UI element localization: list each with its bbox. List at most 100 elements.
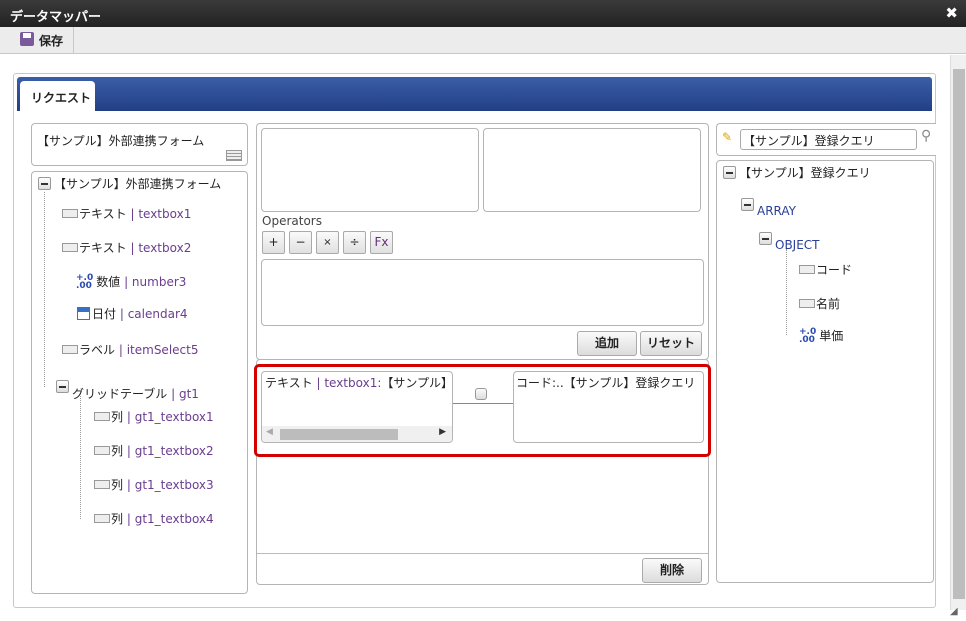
toolbar: 保存 [0,27,966,54]
textbox-icon [62,243,78,252]
tree-id: | textbox1 [130,206,192,221]
label-icon [62,345,78,354]
tree-label: 【サンプル】外部連携フォーム [54,177,222,191]
scroll-left-icon[interactable]: ◀ [266,427,273,437]
query-tree-price[interactable]: +.0.00 単価 [799,327,843,344]
divider [257,553,708,554]
query-search-input[interactable]: 【サンプル】登録クエリ [740,129,917,150]
collapse-icon[interactable] [741,197,754,211]
add-button[interactable]: 追加 [577,331,637,356]
form-name: 【サンプル】外部連携フォーム [37,134,205,148]
tree-item-gt1-textbox4[interactable]: 列 | gt1_textbox4 [94,510,214,527]
collapse-icon[interactable] [38,177,51,190]
textbox-icon [62,209,78,218]
tree-id: | calendar4 [119,306,188,321]
scroll-right-icon[interactable]: ▶ [439,427,446,437]
tab-bar [17,77,932,111]
mapping-connector [453,403,513,404]
tree-label: 【サンプル】登録クエリ [739,166,871,180]
search-icon[interactable]: ⚲ [921,128,931,144]
tree-id: | textbox2 [130,240,192,255]
tree-id: | gt1_textbox3 [126,477,214,492]
query-tree-object[interactable]: OBJECT [759,224,820,252]
form-list-icon[interactable] [226,150,242,161]
query-search: ✎ 【サンプル】登録クエリ ⚲ [716,123,936,156]
tree-item-textbox1[interactable]: テキスト | textbox1 [62,205,191,222]
close-icon[interactable]: ✖ [945,4,958,22]
source-drop-area[interactable] [261,128,479,212]
delete-button[interactable]: 削除 [642,558,702,583]
tree-id: | gt1_textbox2 [126,443,214,458]
tree-label: 列 [111,512,124,526]
multiply-button[interactable]: × [316,231,339,254]
tree-id: | itemSelect5 [118,342,199,357]
minus-button[interactable]: − [289,231,312,254]
number-icon: +.0.00 [799,326,817,345]
tree-label: 列 [111,444,124,458]
tree-id: | gt1_textbox1 [126,409,214,424]
tree-root[interactable]: 【サンプル】外部連携フォーム [38,175,221,192]
textbox-icon [799,265,815,274]
tree-label: 列 [111,410,124,424]
tree-item-number3[interactable]: +.0.00 数値 | number3 [76,273,186,290]
tree-label: OBJECT [775,238,820,252]
tree-label: ARRAY [757,204,797,218]
textbox-icon [94,412,110,421]
save-label: 保存 [39,34,64,48]
tree-label: テキスト [79,207,127,221]
tree-item-gt1-textbox2[interactable]: 列 | gt1_textbox2 [94,442,214,459]
tree-label: テキスト [79,241,127,255]
form-selector[interactable]: 【サンプル】外部連携フォーム [31,123,248,166]
query-tree-name[interactable]: 名前 [799,295,840,312]
scrollbar-thumb[interactable] [280,429,398,440]
tree-label: 数値 [96,275,121,289]
mapping-source[interactable]: テキスト | textbox1:【サンプル】外部連携 ◀ ▶ [261,371,453,443]
tab-request[interactable]: リクエスト [20,81,95,112]
textbox-icon [94,480,110,489]
form-tree: 【サンプル】外部連携フォーム テキスト | textbox1 テキスト | te… [31,171,248,594]
textbox-icon [94,514,110,523]
scrollbar-thumb[interactable] [953,69,965,599]
collapse-icon[interactable] [759,231,772,245]
pencil-icon[interactable]: ✎ [722,130,732,144]
calendar-icon [77,307,90,320]
tree-item-calendar4[interactable]: 日付 | calendar4 [77,305,188,322]
vertical-scrollbar[interactable] [950,55,966,610]
horizontal-scrollbar[interactable]: ◀ ▶ [262,426,452,442]
number-icon: +.0.00 [76,272,94,291]
function-button[interactable]: Fx [370,231,393,254]
mapping-target[interactable]: コード:..【サンプル】登録クエリ [513,371,704,443]
tree-item-gt1[interactable]: グリッドテーブル | gt1 [56,371,199,402]
source-id: | textbox1: [316,376,382,390]
save-button[interactable]: 保存 [8,27,75,54]
floppy-icon [20,32,34,46]
title-bar: データマッパー [0,0,966,27]
target-drop-area[interactable] [483,128,701,212]
tree-label: ラベル [79,343,116,357]
tree-label: グリッドテーブル [72,387,168,401]
collapse-icon[interactable] [56,380,69,393]
source-form: 【サンプル】外部連携 [381,376,453,390]
collapse-icon[interactable] [723,166,736,179]
textbox-icon [94,446,110,455]
resize-grip-icon[interactable]: ◢ [950,606,958,617]
query-tree-code[interactable]: コード [799,261,852,278]
tree-item-gt1-textbox3[interactable]: 列 | gt1_textbox3 [94,476,214,493]
divide-button[interactable]: ÷ [343,231,366,254]
query-tree-array[interactable]: ARRAY [741,190,796,218]
plus-button[interactable]: + [262,231,285,254]
tree-label: 単価 [819,329,844,343]
window-title: データマッパー [10,10,102,25]
tree-item-textbox2[interactable]: テキスト | textbox2 [62,239,191,256]
tree-label: 名前 [816,297,841,311]
operators-label: Operators [262,214,322,228]
reset-button[interactable]: リセット [640,331,702,356]
expression-input[interactable] [261,259,704,326]
query-tree-root[interactable]: 【サンプル】登録クエリ [723,164,871,181]
tree-label: 列 [111,478,124,492]
mapping-checkbox[interactable] [475,388,487,400]
tree-id: | gt1_textbox4 [126,511,214,526]
tree-item-gt1-textbox1[interactable]: 列 | gt1_textbox1 [94,408,214,425]
tree-item-itemSelect5[interactable]: ラベル | itemSelect5 [62,341,198,358]
textbox-icon [799,299,815,308]
